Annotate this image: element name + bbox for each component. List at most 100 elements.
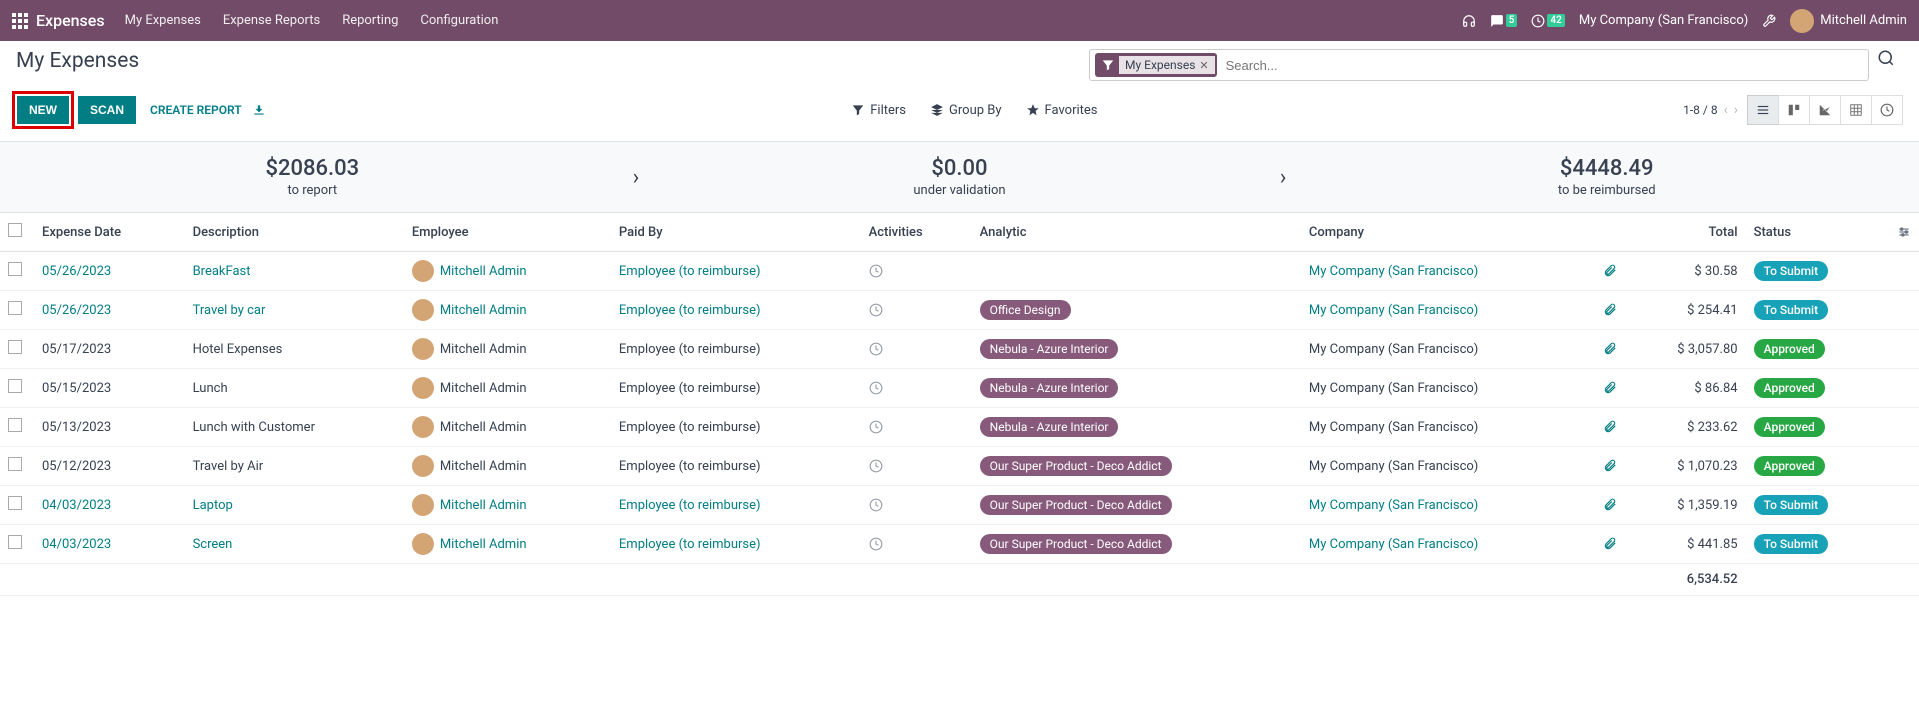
activity-clock-icon[interactable] — [869, 498, 883, 513]
new-button[interactable]: NEW — [17, 96, 69, 124]
analytic-tag[interactable]: Our Super Product - Deco Addict — [980, 456, 1172, 476]
search-bar[interactable]: My Expenses ✕ — [1089, 49, 1869, 81]
view-list-button[interactable] — [1747, 95, 1779, 125]
expense-description[interactable]: Travel by car — [193, 303, 266, 318]
summary-to-reimburse[interactable]: $4448.49 to be reimbursed — [1294, 142, 1919, 212]
nav-configuration[interactable]: Configuration — [420, 13, 498, 28]
user-menu[interactable]: Mitchell Admin — [1790, 9, 1907, 33]
analytic-tag[interactable]: Office Design — [980, 300, 1071, 320]
view-kanban-button[interactable] — [1778, 95, 1810, 125]
analytic-tag[interactable]: Our Super Product - Deco Addict — [980, 534, 1172, 554]
company-cell[interactable]: My Company (San Francisco) — [1309, 303, 1478, 318]
activity-clock-icon[interactable] — [869, 420, 883, 435]
paid-by[interactable]: Employee (to reimburse) — [619, 264, 761, 279]
activity-clock-icon[interactable] — [869, 537, 883, 552]
summary-to-report[interactable]: $2086.03 to report — [0, 142, 625, 212]
view-graph-button[interactable] — [1809, 95, 1841, 125]
table-row[interactable]: 05/26/2023 BreakFast Mitchell Admin Empl… — [0, 252, 1919, 291]
company-selector[interactable]: My Company (San Francisco) — [1579, 13, 1748, 28]
row-checkbox[interactable] — [8, 535, 22, 549]
attachment-icon[interactable] — [1603, 498, 1617, 513]
analytic-tag[interactable]: Nebula - Azure Interior — [980, 378, 1119, 398]
nav-expense-reports[interactable]: Expense Reports — [223, 13, 320, 28]
nav-my-expenses[interactable]: My Expenses — [125, 13, 201, 28]
table-row[interactable]: 05/26/2023 Travel by car Mitchell Admin … — [0, 291, 1919, 330]
row-checkbox[interactable] — [8, 301, 22, 315]
attachment-icon[interactable] — [1603, 420, 1617, 435]
row-checkbox[interactable] — [8, 379, 22, 393]
table-row[interactable]: 04/03/2023 Screen Mitchell Admin Employe… — [0, 525, 1919, 564]
attachment-icon[interactable] — [1603, 264, 1617, 279]
expense-description[interactable]: Screen — [193, 537, 233, 552]
activity-clock-icon[interactable] — [869, 459, 883, 474]
table-row[interactable]: 05/12/2023 Travel by Air Mitchell Admin … — [0, 447, 1919, 486]
activity-clock-icon[interactable] — [869, 381, 883, 396]
apps-icon[interactable] — [12, 13, 28, 29]
search-input[interactable] — [1220, 58, 1868, 73]
table-row[interactable]: 04/03/2023 Laptop Mitchell Admin Employe… — [0, 486, 1919, 525]
headset-icon[interactable] — [1462, 13, 1476, 28]
favorites-dropdown[interactable]: Favorites — [1026, 103, 1098, 118]
expense-date[interactable]: 05/26/2023 — [42, 264, 111, 279]
analytic-tag[interactable]: Nebula - Azure Interior — [980, 339, 1119, 359]
search-filter-chip[interactable]: My Expenses ✕ — [1095, 53, 1217, 77]
pager-range[interactable]: 1-8 / 8 — [1683, 103, 1717, 117]
activity-clock-icon[interactable] — [869, 303, 883, 318]
col-status[interactable]: Status — [1746, 213, 1889, 252]
view-activity-button[interactable] — [1871, 95, 1903, 125]
activity-clock-icon[interactable] — [869, 264, 883, 279]
col-analytic[interactable]: Analytic — [972, 213, 1301, 252]
summary-under-validation[interactable]: $0.00 under validation — [647, 142, 1272, 212]
pager-next-icon[interactable]: › — [1734, 102, 1738, 118]
table-row[interactable]: 05/13/2023 Lunch with Customer Mitchell … — [0, 408, 1919, 447]
filters-dropdown[interactable]: Filters — [851, 103, 906, 118]
attachment-icon[interactable] — [1603, 459, 1617, 474]
paid-by[interactable]: Employee (to reimburse) — [619, 537, 761, 552]
company-cell[interactable]: My Company (San Francisco) — [1309, 498, 1478, 513]
col-date[interactable]: Expense Date — [34, 213, 185, 252]
view-pivot-button[interactable] — [1840, 95, 1872, 125]
col-company[interactable]: Company — [1301, 213, 1595, 252]
analytic-tag[interactable]: Nebula - Azure Interior — [980, 417, 1119, 437]
row-checkbox[interactable] — [8, 262, 22, 276]
employee-name[interactable]: Mitchell Admin — [440, 537, 527, 552]
row-checkbox[interactable] — [8, 340, 22, 354]
table-row[interactable]: 05/17/2023 Hotel Expenses Mitchell Admin… — [0, 330, 1919, 369]
expense-date[interactable]: 04/03/2023 — [42, 498, 111, 513]
col-employee[interactable]: Employee — [404, 213, 611, 252]
column-settings-icon[interactable] — [1897, 225, 1911, 240]
create-report-button[interactable]: CREATE REPORT — [150, 103, 242, 117]
chip-remove-icon[interactable]: ✕ — [1199, 59, 1208, 72]
attachment-icon[interactable] — [1603, 342, 1617, 357]
tools-icon[interactable] — [1762, 13, 1776, 28]
analytic-tag[interactable]: Our Super Product - Deco Addict — [980, 495, 1172, 515]
employee-name[interactable]: Mitchell Admin — [440, 264, 527, 279]
row-checkbox[interactable] — [8, 418, 22, 432]
company-cell[interactable]: My Company (San Francisco) — [1309, 537, 1478, 552]
row-checkbox[interactable] — [8, 457, 22, 471]
col-description[interactable]: Description — [185, 213, 404, 252]
company-cell[interactable]: My Company (San Francisco) — [1309, 264, 1478, 279]
groupby-dropdown[interactable]: Group By — [930, 103, 1002, 118]
attachment-icon[interactable] — [1603, 537, 1617, 552]
expense-date[interactable]: 04/03/2023 — [42, 537, 111, 552]
scan-button[interactable]: SCAN — [78, 96, 136, 124]
col-activities[interactable]: Activities — [861, 213, 972, 252]
download-icon[interactable] — [252, 103, 266, 118]
row-checkbox[interactable] — [8, 496, 22, 510]
nav-reporting[interactable]: Reporting — [342, 13, 398, 28]
activities-icon[interactable]: 42 — [1531, 14, 1564, 28]
col-paidby[interactable]: Paid By — [611, 213, 861, 252]
paid-by[interactable]: Employee (to reimburse) — [619, 498, 761, 513]
employee-name[interactable]: Mitchell Admin — [440, 498, 527, 513]
messages-icon[interactable]: 5 — [1490, 14, 1518, 28]
pager-prev-icon[interactable]: ‹ — [1724, 102, 1728, 118]
expense-description[interactable]: Laptop — [193, 498, 233, 513]
module-name[interactable]: Expenses — [36, 11, 105, 30]
paid-by[interactable]: Employee (to reimburse) — [619, 303, 761, 318]
search-icon[interactable] — [1869, 49, 1903, 71]
table-row[interactable]: 05/15/2023 Lunch Mitchell Admin Employee… — [0, 369, 1919, 408]
select-all-checkbox[interactable] — [8, 223, 22, 237]
attachment-icon[interactable] — [1603, 303, 1617, 318]
activity-clock-icon[interactable] — [869, 342, 883, 357]
